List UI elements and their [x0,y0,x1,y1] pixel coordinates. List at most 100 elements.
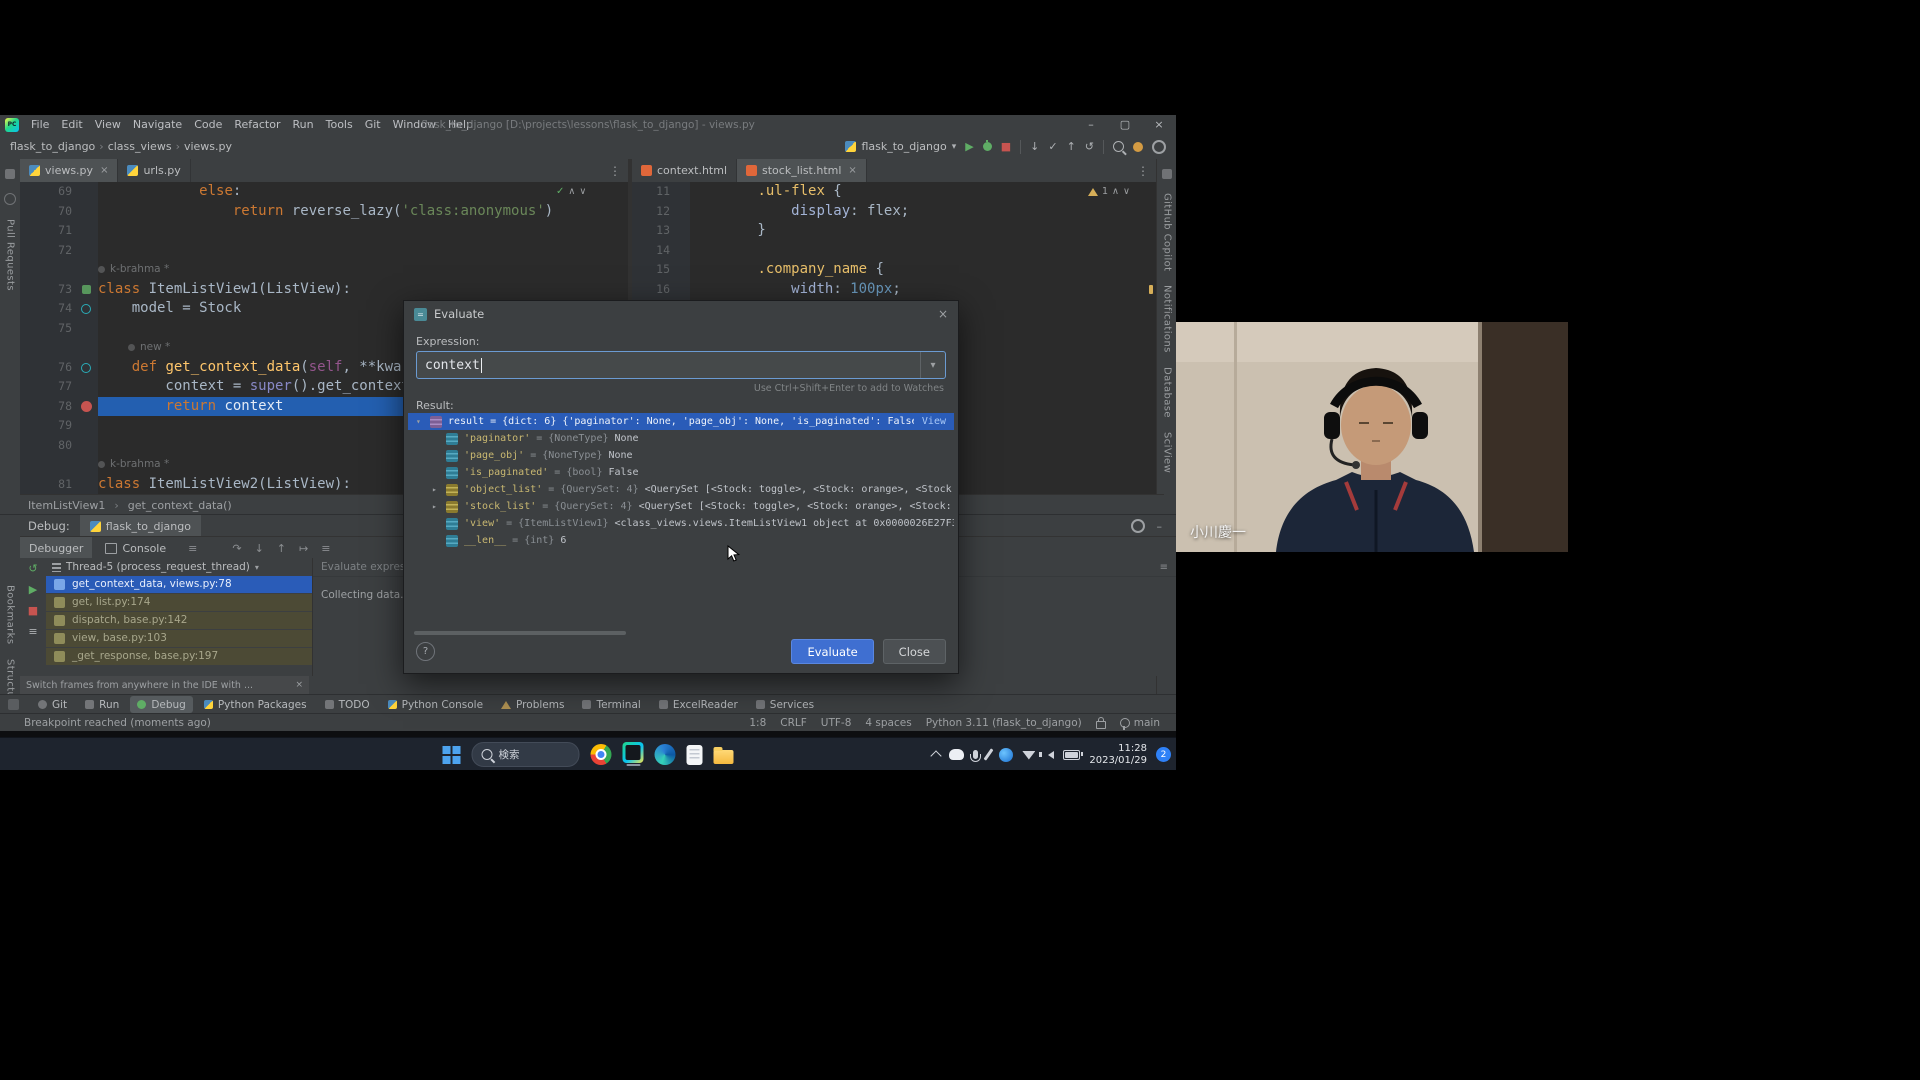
pycharm-taskbar-item[interactable] [623,742,644,767]
menu-code[interactable]: Code [188,115,228,134]
left-inspection-widget[interactable]: ✓ ∧∨ [556,186,586,197]
python-interpreter[interactable]: Python 3.11 (flask_to_django) [926,717,1082,729]
close-button[interactable]: × [1142,115,1176,134]
tray-expand-icon[interactable] [931,750,942,761]
battery-icon[interactable] [1063,750,1080,760]
dialog-titlebar[interactable]: = Evaluate × [404,301,958,327]
toolwindow-python-packages[interactable]: Python Packages [197,696,314,713]
edge-icon[interactable] [655,744,676,765]
step-over-icon[interactable]: ↷ [232,542,241,555]
result-row[interactable]: ▾ result= {dict: 6}{'paginator': None, '… [408,413,954,430]
stop-button[interactable]: ■ [1001,140,1011,153]
caret-position[interactable]: 1:8 [749,717,766,729]
menu-git[interactable]: Git [359,115,387,134]
toolwindow-excelreader[interactable]: ExcelReader [652,696,745,713]
view-link[interactable]: View [922,416,946,427]
tree-row-stock-list[interactable]: ▸ 'stock_list'= {QuerySet: 4}<QuerySet [… [408,498,954,515]
frame-row-current[interactable]: get_context_data, views.py:78 [46,576,312,593]
search-everywhere-icon[interactable] [1113,141,1124,152]
horizontal-scrollbar[interactable] [414,631,626,635]
step-out-icon[interactable]: ↑ [277,542,286,555]
view-breakpoints-icon[interactable]: ≡ [321,542,330,555]
minimize-button[interactable]: – [1074,115,1108,134]
tab-context-html[interactable]: context.html [632,159,737,182]
frame-row[interactable]: _get_response, base.py:197 [46,648,312,665]
run-to-cursor-icon[interactable]: ↦ [299,542,308,555]
tab-stock-list-html[interactable]: stock_list.html × [737,159,867,182]
close-dialog-button[interactable]: Close [883,639,946,664]
volume-icon[interactable] [1048,751,1054,759]
taskbar-search[interactable]: 検索 [472,742,580,767]
breadcrumb-class[interactable]: ItemListView1 [28,499,105,512]
step-into-icon[interactable]: ↓ [255,542,264,555]
notepad-icon[interactable] [687,745,703,765]
menu-tools[interactable]: Tools [320,115,359,134]
debug-button[interactable] [983,142,992,151]
nav-crumb-project[interactable]: flask_to_django [10,140,95,153]
menu-refactor[interactable]: Refactor [228,115,286,134]
tab-urls-py[interactable]: urls.py [118,159,190,182]
search-assistant-icon[interactable] [999,748,1013,762]
tree-row-paginator[interactable]: 'paginator'= {NoneType}None [408,430,954,447]
tree-row-len[interactable]: __len__= {int}6 [408,532,954,549]
pen-icon[interactable] [984,748,994,760]
stripe-database[interactable]: Database [1162,367,1173,418]
history-button[interactable]: ↺ [1085,140,1094,153]
menu-file[interactable]: File [25,115,55,134]
debug-session-tab[interactable]: flask_to_django [80,515,201,537]
history-dropdown-icon[interactable]: ▾ [930,360,935,371]
close-tab-icon[interactable]: × [848,165,856,176]
tab-views-py[interactable]: views.py × [20,159,118,182]
wifi-icon[interactable] [1022,750,1035,760]
layout-menu-icon[interactable]: ≡ [179,537,206,559]
discord-icon[interactable] [949,749,964,760]
toolwindow-python-console[interactable]: Python Console [381,696,490,713]
menu-view[interactable]: View [89,115,127,134]
tab-debugger[interactable]: Debugger [20,537,92,559]
toolwindow-services[interactable]: Services [749,696,821,713]
tree-row-is-paginated[interactable]: 'is_paginated'= {bool}False [408,464,954,481]
breadcrumb-method[interactable]: get_context_data() [128,499,232,512]
microphone-icon[interactable] [973,750,978,759]
evaluate-button[interactable]: Evaluate [791,639,873,664]
tab-console[interactable]: Console [96,537,175,559]
run-gutter-icon[interactable] [82,285,91,294]
menu-run[interactable]: Run [287,115,320,134]
toolwindow-problems[interactable]: Problems [494,696,571,713]
hide-panel-icon[interactable]: – [1157,520,1163,533]
menu-edit[interactable]: Edit [55,115,88,134]
run-config-selector[interactable]: flask_to_django ▾ [845,140,956,153]
stripe-notifications[interactable]: Notifications [1162,285,1173,353]
stripe-bookmarks[interactable]: Bookmarks [5,585,16,644]
commit-toolwindow-icon[interactable] [4,193,16,205]
file-explorer-icon[interactable] [714,750,734,764]
settings-gear-icon[interactable] [1152,140,1166,154]
maximize-button[interactable]: ▢ [1108,115,1142,134]
dismiss-hint-icon[interactable]: × [295,680,303,690]
git-push-button[interactable]: ↑ [1067,140,1076,153]
taskbar-clock[interactable]: 11:28 2023/01/29 [1089,743,1147,767]
file-encoding[interactable]: UTF-8 [821,717,852,729]
nav-crumb-file[interactable]: views.py [184,140,232,153]
git-update-button[interactable]: ↓ [1030,140,1039,153]
mute-breakpoints-icon[interactable]: ≡ [28,625,37,638]
chevron-expanded-icon[interactable]: ▾ [416,417,430,426]
tab-options-icon[interactable]: ⋮ [602,159,628,182]
notification-badge[interactable]: 2 [1156,747,1171,762]
git-branch-widget[interactable]: main [1120,717,1160,729]
debug-settings-gear-icon[interactable] [1131,519,1145,533]
right-inspection-widget[interactable]: 1 ∧∨ [1088,186,1130,197]
toolwindow-switcher-icon[interactable] [8,699,19,710]
rerun-icon[interactable]: ↺ [28,562,37,575]
start-button[interactable] [443,746,461,764]
thread-selector[interactable]: Thread-5 (process_request_thread) ▾ [46,558,312,576]
stripe-pull-requests[interactable]: Pull Requests [5,219,16,291]
project-toolwindow-icon[interactable] [5,169,15,179]
tree-row-object-list[interactable]: ▸ 'object_list'= {QuerySet: 4}<QuerySet … [408,481,954,498]
chrome-icon[interactable] [591,744,612,765]
help-button[interactable]: ? [416,642,435,661]
expression-input[interactable]: context ▾ [416,351,946,379]
override-gutter-icon[interactable] [81,304,91,314]
toolwindow-run[interactable]: Run [78,696,126,713]
chevron-collapsed-icon[interactable]: ▸ [432,485,446,494]
